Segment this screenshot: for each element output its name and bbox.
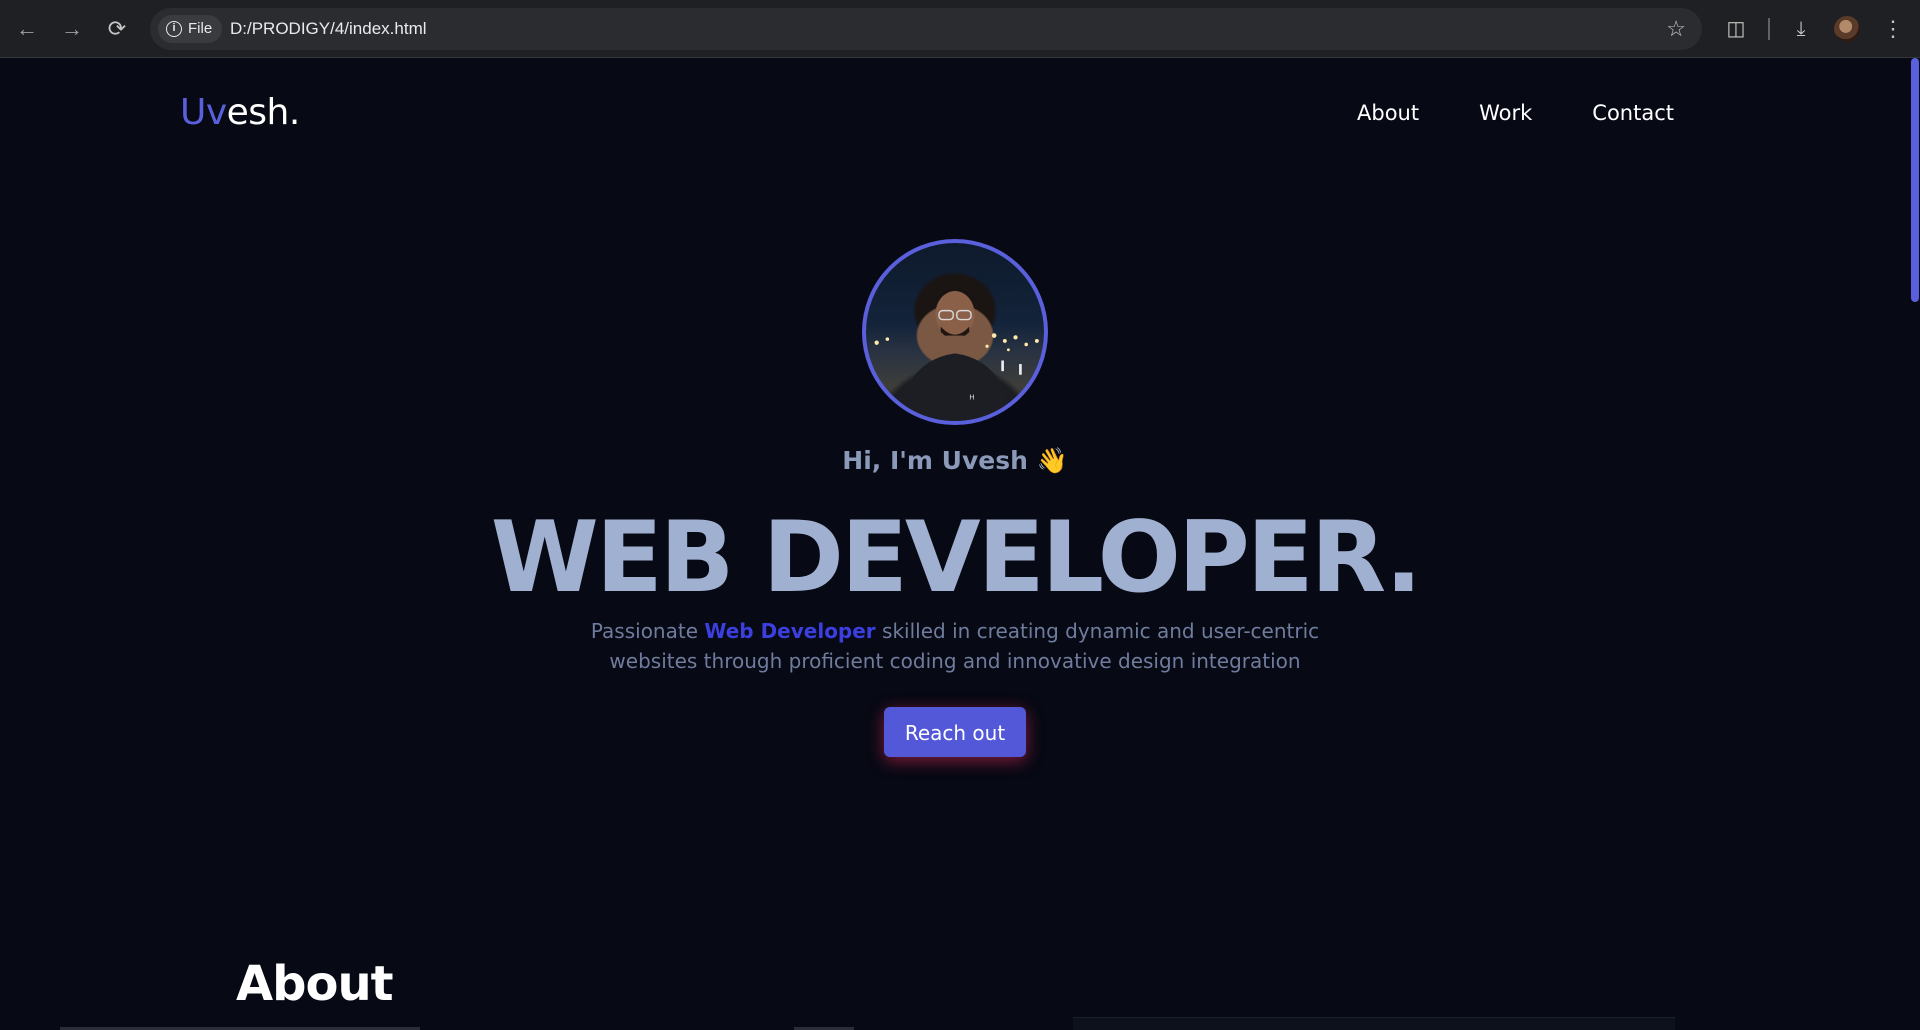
about-card: [1073, 1017, 1675, 1030]
greeting-text: Hi, I'm Uvesh 👋: [842, 446, 1068, 475]
url-text[interactable]: D:/PRODIGY/4/index.html: [230, 8, 427, 50]
browser-toolbar: ← → ⟳ i File D:/PRODIGY/4/index.html ☆ ◫…: [0, 0, 1920, 58]
profile-avatar[interactable]: [1834, 16, 1860, 42]
scrollbar-thumb[interactable]: [1911, 58, 1919, 302]
reach-out-button[interactable]: Reach out: [884, 707, 1026, 757]
toolbar-divider: [1768, 18, 1770, 40]
main-nav: About Work Contact: [1357, 101, 1674, 125]
download-icon[interactable]: ⤓: [1786, 14, 1816, 44]
about-heading: About: [236, 956, 394, 1012]
profile-photo: H: [862, 239, 1048, 425]
desc-highlight: Web Developer: [704, 619, 876, 643]
nav-link-about[interactable]: About: [1357, 101, 1419, 125]
nav-link-work[interactable]: Work: [1479, 101, 1532, 125]
info-icon: i: [166, 21, 182, 37]
city-lights-graphic: H: [874, 289, 1039, 421]
logo-accent-text: Uv: [180, 92, 227, 133]
hero-description: Passionate Web Developer skilled in crea…: [560, 616, 1350, 676]
address-bar[interactable]: i File D:/PRODIGY/4/index.html ☆: [150, 8, 1702, 50]
bookmark-star-icon[interactable]: ☆: [1666, 8, 1686, 50]
reload-icon[interactable]: ⟳: [102, 14, 132, 44]
svg-text:H: H: [969, 393, 974, 402]
forward-arrow-icon[interactable]: →: [57, 14, 87, 44]
logo-text: esh.: [226, 92, 301, 133]
extensions-icon[interactable]: ◫: [1721, 14, 1751, 44]
site-info-label: File: [188, 20, 213, 37]
nav-link-contact[interactable]: Contact: [1592, 101, 1674, 125]
site-logo[interactable]: Uvesh.: [180, 92, 300, 133]
back-arrow-icon[interactable]: ←: [12, 14, 42, 44]
scrollbar[interactable]: [1908, 58, 1920, 1030]
desc-text-start: Passionate: [590, 619, 705, 643]
hero-headline: WEB DEVELOPER.: [490, 501, 1422, 615]
page-viewport: Uvesh. About Work Contact H Hi, I'm Uves…: [0, 58, 1920, 1030]
site-info-chip[interactable]: i File: [158, 15, 223, 43]
menu-kebab-icon[interactable]: ⋮: [1878, 14, 1908, 44]
